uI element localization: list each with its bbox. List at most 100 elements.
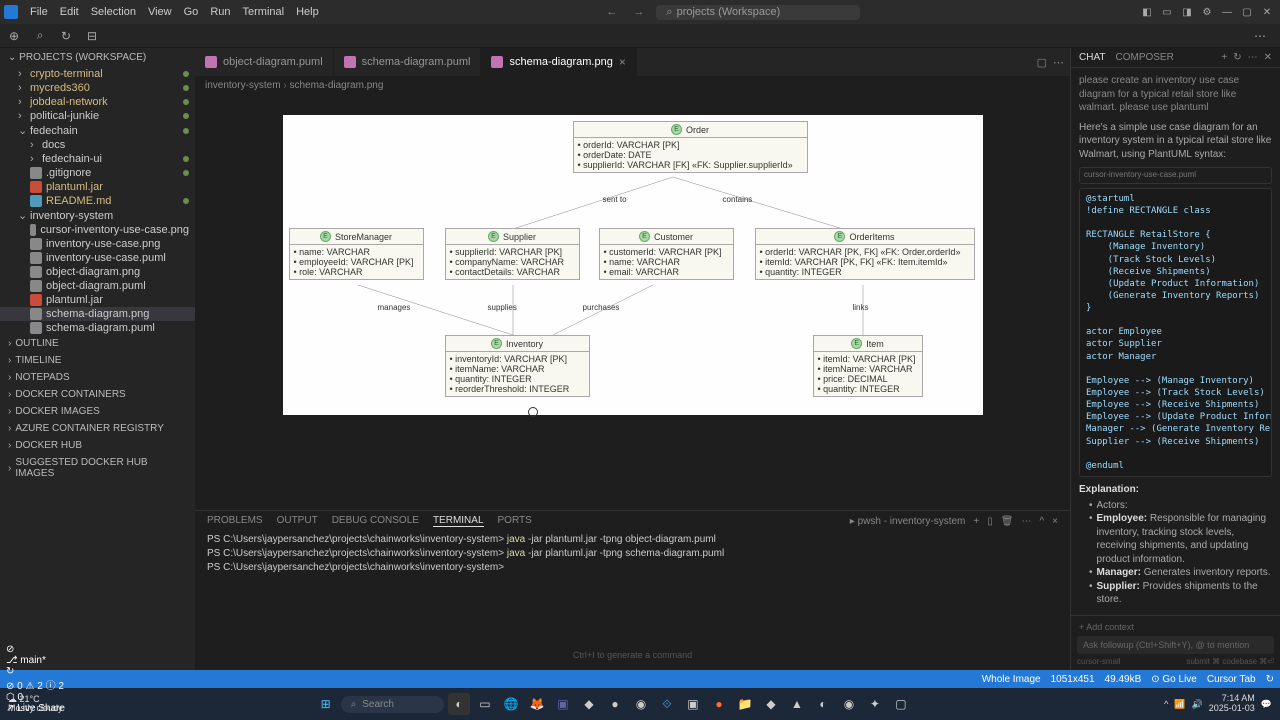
tree-item[interactable]: jobdeal-network (0, 95, 195, 109)
split-icon[interactable]: ▯ (987, 516, 993, 527)
app-icon[interactable]: ◉ (630, 693, 652, 715)
app-icon[interactable]: ● (604, 693, 626, 715)
outline-section[interactable]: OUTLINE (0, 335, 195, 352)
chevron-up-icon[interactable]: ^ (1039, 516, 1044, 527)
maximize-icon[interactable]: ▢ (1238, 4, 1256, 20)
tab-chat[interactable]: CHAT (1079, 52, 1105, 63)
tree-item[interactable]: schema-diagram.puml (0, 321, 195, 335)
status-item[interactable]: ↻ (1266, 674, 1274, 685)
firefox-icon[interactable]: 🦊 (526, 693, 548, 715)
menu-file[interactable]: File (24, 6, 54, 18)
menu-view[interactable]: View (142, 6, 178, 18)
tree-item[interactable]: fedechain (0, 123, 195, 138)
tree-item[interactable]: inventory-system (0, 208, 195, 223)
more-icon[interactable]: ⋯ (1250, 26, 1270, 46)
app-icon[interactable]: ◐ (812, 693, 834, 715)
panel-tab-output[interactable]: OUTPUT (277, 515, 318, 527)
code-block[interactable]: @startuml !define RECTANGLE class RECTAN… (1079, 188, 1272, 477)
more-icon[interactable]: ⋯ (1248, 52, 1258, 63)
status-item[interactable]: ↻ (6, 666, 65, 677)
layout-split-icon[interactable]: ◨ (1178, 4, 1196, 20)
app-icon[interactable]: ▲ (786, 693, 808, 715)
chat-input[interactable]: Ask followup (Ctrl+Shift+Y), @ to mentio… (1077, 636, 1274, 654)
layout-panel-icon[interactable]: ▭ (1158, 4, 1176, 20)
tree-item[interactable]: .gitignore (0, 166, 195, 180)
status-item[interactable]: ⎇ main* (6, 655, 65, 666)
status-item[interactable]: 1051x451 (1051, 674, 1095, 685)
tree-item[interactable]: inventory-use-case.puml (0, 251, 195, 265)
tree-item[interactable]: object-diagram.puml (0, 279, 195, 293)
menu-help[interactable]: Help (290, 6, 325, 18)
model-selector[interactable]: cursor-small (1077, 657, 1121, 666)
tree-item[interactable]: docs (0, 138, 195, 152)
teams-icon[interactable]: ▣ (552, 693, 574, 715)
shell-label[interactable]: ▸ pwsh - inventory-system (850, 516, 966, 527)
vscode-icon[interactable]: ⟐ (656, 693, 678, 715)
clock[interactable]: 7:14 AM 2025-01-03 (1209, 694, 1255, 714)
app-icon[interactable]: ◉ (838, 693, 860, 715)
explorer-header[interactable]: ⌄ PROJECTS (WORKSPACE) (0, 48, 195, 67)
app-icon[interactable]: ✦ (864, 693, 886, 715)
status-item[interactable]: ⊘ 0 ⚠ 2 ⓘ 2 (6, 677, 65, 692)
refresh-icon[interactable]: ↻ (56, 26, 76, 46)
app-icon[interactable]: ◆ (578, 693, 600, 715)
editor-tab[interactable]: schema-diagram.png× (481, 48, 636, 76)
minimize-icon[interactable]: — (1218, 4, 1236, 20)
panel-tab-debug console[interactable]: DEBUG CONSOLE (332, 515, 419, 527)
status-item[interactable]: Whole Image (982, 674, 1041, 685)
tree-item[interactable]: object-diagram.png (0, 265, 195, 279)
menu-edit[interactable]: Edit (54, 6, 85, 18)
tray-chevron-icon[interactable]: ^ (1164, 699, 1168, 709)
tree-item[interactable]: political-junkie (0, 109, 195, 123)
layout-sidebar-icon[interactable]: ◧ (1138, 4, 1156, 20)
close-icon[interactable]: ✕ (1258, 4, 1276, 20)
menu-go[interactable]: Go (178, 6, 205, 18)
outline-section[interactable]: DOCKER IMAGES (0, 403, 195, 420)
tree-item[interactable]: mycreds360 (0, 81, 195, 95)
panel-tab-ports[interactable]: PORTS (498, 515, 532, 527)
status-item[interactable]: 49.49kB (1105, 674, 1142, 685)
panel-tab-problems[interactable]: PROBLEMS (207, 515, 263, 527)
tree-item[interactable]: inventory-use-case.png (0, 237, 195, 251)
status-item[interactable]: ⊘ (6, 644, 65, 655)
tree-item[interactable]: schema-diagram.png (0, 307, 195, 321)
tree-item[interactable]: cursor-inventory-use-case.png (0, 223, 195, 237)
cursor-app-icon[interactable]: ▢ (890, 693, 912, 715)
status-item[interactable]: ⊙ Go Live (1151, 674, 1197, 685)
close-icon[interactable]: ✕ (1264, 52, 1272, 63)
new-file-icon[interactable]: ⊕ (4, 26, 24, 46)
volume-icon[interactable]: 🔊 (1192, 699, 1203, 710)
postman-icon[interactable]: ● (708, 693, 730, 715)
close-icon[interactable]: × (619, 55, 626, 69)
app-icon[interactable]: ◆ (760, 693, 782, 715)
outline-section[interactable]: SUGGESTED DOCKER HUB IMAGES (0, 454, 195, 482)
tree-item[interactable]: README.md (0, 194, 195, 208)
start-icon[interactable]: ⊞ (315, 693, 337, 715)
history-icon[interactable]: ↻ (1233, 52, 1241, 63)
close-icon[interactable]: × (1052, 516, 1058, 527)
split-icon[interactable]: ▢ (1037, 56, 1047, 69)
search-icon[interactable]: ⌕ (30, 26, 50, 46)
more-icon[interactable]: ⋯ (1053, 56, 1064, 69)
tree-item[interactable]: plantuml.jar (0, 180, 195, 194)
menu-selection[interactable]: Selection (85, 6, 142, 18)
tree-item[interactable]: plantuml.jar (0, 293, 195, 307)
outline-section[interactable]: TIMELINE (0, 352, 195, 369)
taskbar-search[interactable]: ⌕ Search (341, 696, 444, 713)
task-view-icon[interactable]: ▭ (474, 693, 496, 715)
nav-back-icon[interactable]: ← (602, 6, 621, 18)
wifi-icon[interactable]: 📶 (1174, 699, 1185, 710)
panel-tab-terminal[interactable]: TERMINAL (433, 515, 484, 527)
plus-icon[interactable]: + (973, 516, 979, 527)
editor-tab[interactable]: object-diagram.puml (195, 48, 334, 76)
terminal-icon[interactable]: ▣ (682, 693, 704, 715)
gear-icon[interactable]: ⚙ (1198, 4, 1216, 20)
outline-section[interactable]: NOTEPADS (0, 369, 195, 386)
explorer-icon[interactable]: 📁 (734, 693, 756, 715)
weather-widget[interactable]: ☁ 21°CMostly cloudy (8, 695, 63, 713)
add-context-button[interactable]: + Add context (1077, 620, 1274, 634)
menu-terminal[interactable]: Terminal (237, 6, 291, 18)
notifications-icon[interactable]: 💬 (1261, 699, 1272, 710)
terminal-output[interactable]: PS C:\Users\jaypersanchez\projects\chain… (195, 531, 1070, 577)
editor-tab[interactable]: schema-diagram.puml (334, 48, 482, 76)
